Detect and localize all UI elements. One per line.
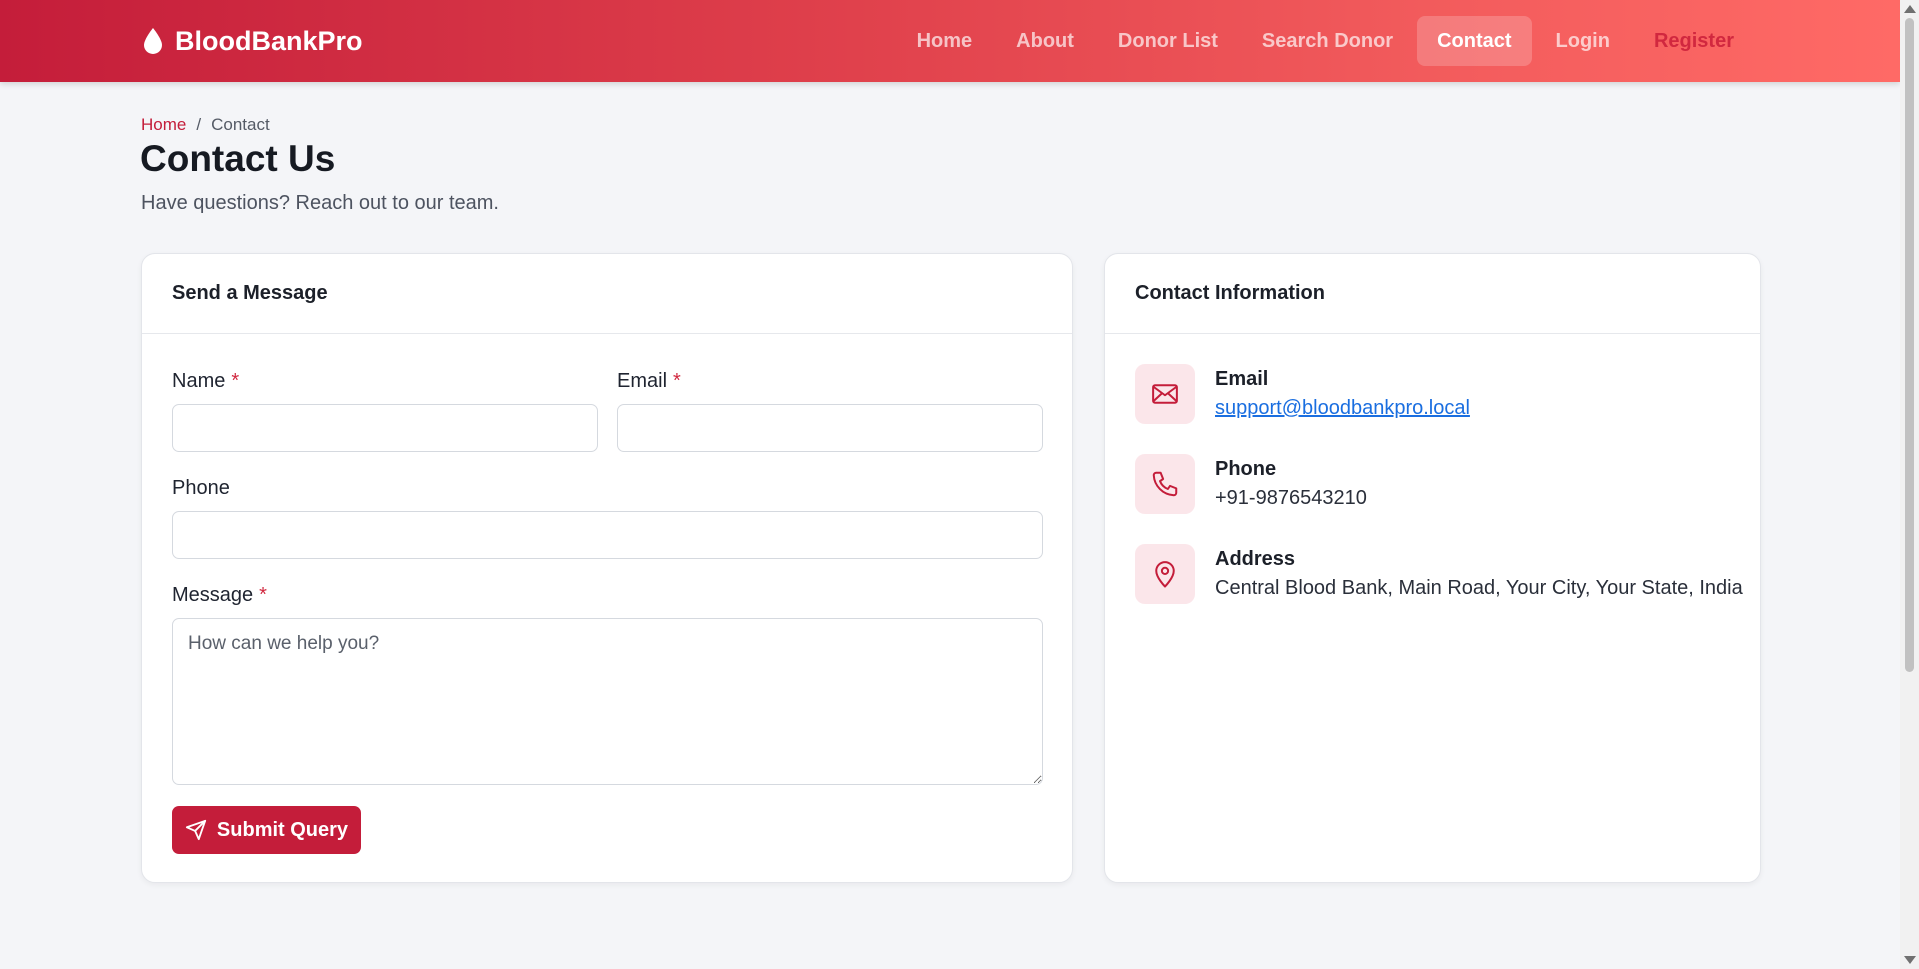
required-mark: * (259, 584, 267, 606)
info-phone-item: Phone +91-9876543210 (1135, 454, 1367, 514)
mail-icon (1152, 384, 1178, 404)
info-address-item: Address Central Blood Bank, Main Road, Y… (1135, 544, 1743, 604)
name-label: Name * (172, 370, 239, 393)
brand-logo[interactable]: BloodBankPro (141, 0, 363, 82)
required-mark: * (231, 370, 240, 392)
page-scrollbar[interactable] (1900, 0, 1919, 969)
scroll-up-arrow-icon[interactable] (1904, 5, 1916, 13)
nav-contact[interactable]: Contact (1417, 16, 1532, 66)
breadcrumb-current: Contact (211, 115, 270, 134)
send-icon (185, 819, 207, 841)
info-phone-title: Phone (1215, 458, 1277, 480)
email-input[interactable] (617, 404, 1043, 452)
phone-label: Phone (172, 477, 230, 500)
info-phone-value: +91-9876543210 (1215, 487, 1367, 509)
nav-register[interactable]: Register (1634, 16, 1754, 66)
name-label-text: Name (172, 370, 226, 392)
submit-query-label: Submit Query (216, 818, 349, 841)
nav-donor-list[interactable]: Donor List (1098, 16, 1238, 66)
map-pin-icon-box (1135, 544, 1195, 604)
breadcrumb-home-link[interactable]: Home (141, 115, 186, 135)
phone-input[interactable] (172, 511, 1043, 559)
info-email-title: Email (1215, 368, 1269, 390)
info-email-link[interactable]: support@bloodbankpro.local (1215, 397, 1470, 420)
phone-label-text: Phone (172, 477, 230, 499)
navbar: BloodBankPro Home About Donor List Searc… (0, 0, 1900, 82)
info-card-heading: Contact Information (1105, 254, 1760, 334)
breadcrumb: Home / Contact (141, 115, 270, 135)
phone-icon-box (1135, 454, 1195, 514)
scroll-thumb[interactable] (1905, 18, 1914, 672)
submit-query-button[interactable]: Submit Query (172, 806, 361, 854)
nav-menu: Home About Donor List Search Donor Conta… (893, 16, 1754, 66)
email-label-text: Email (617, 370, 668, 392)
nav-about[interactable]: About (996, 16, 1094, 66)
required-mark: * (673, 370, 681, 392)
info-address-value: Central Blood Bank, Main Road, Your City… (1215, 577, 1743, 599)
page-subtitle: Have questions? Reach out to our team. (141, 192, 499, 214)
email-label: Email * (617, 370, 681, 393)
map-pin-icon (1155, 561, 1175, 588)
phone-icon (1152, 471, 1178, 497)
nav-search-donor[interactable]: Search Donor (1242, 16, 1413, 66)
form-card-heading: Send a Message (142, 254, 1072, 334)
breadcrumb-separator: / (196, 115, 202, 134)
page-title: Contact Us (140, 138, 336, 179)
message-form-card: Send a Message Name * Email * Phone Messag… (141, 253, 1073, 883)
scroll-down-arrow-icon[interactable] (1904, 956, 1916, 964)
name-input[interactable] (172, 404, 598, 452)
mail-icon-box (1135, 364, 1195, 424)
nav-home[interactable]: Home (897, 16, 993, 66)
nav-login[interactable]: Login (1536, 16, 1630, 66)
brand-name: BloodBankPro (175, 25, 363, 56)
contact-info-card: Contact Information Email support@bloodb… (1104, 253, 1761, 883)
message-label: Message * (172, 584, 267, 607)
message-textarea[interactable] (172, 618, 1043, 785)
info-email-item: Email support@bloodbankpro.local (1135, 364, 1470, 424)
blood-drop-icon (144, 28, 162, 54)
info-address-title: Address (1215, 548, 1296, 570)
message-label-text: Message (172, 584, 254, 606)
